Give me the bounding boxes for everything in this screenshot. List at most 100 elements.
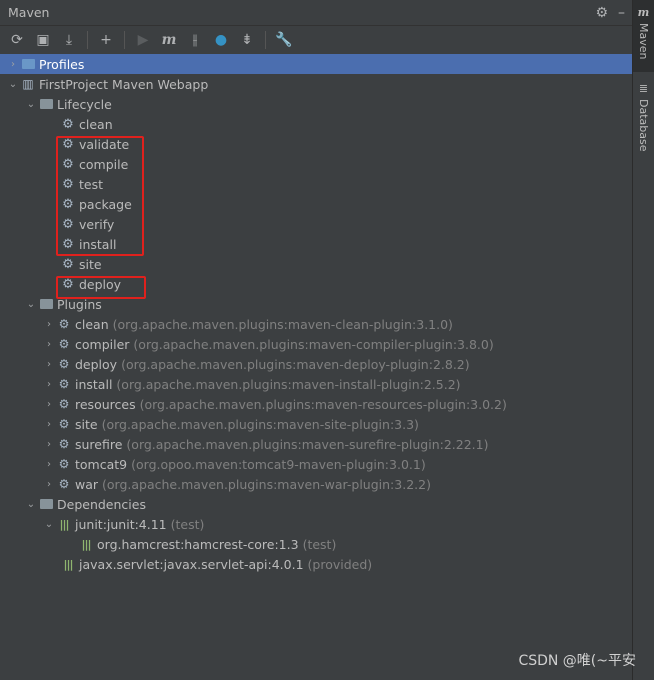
skip-tests-icon[interactable]: ● bbox=[210, 29, 232, 51]
lifecycle-label: install bbox=[79, 236, 117, 252]
execute-goal-icon[interactable]: m bbox=[158, 29, 180, 51]
gear-icon[interactable]: ⚙ bbox=[595, 5, 608, 21]
chevron-right-icon[interactable]: › bbox=[42, 399, 56, 410]
lifecycle-item[interactable]: ⚙ test bbox=[0, 174, 633, 194]
reload-icon[interactable]: ⟳ bbox=[6, 29, 28, 51]
dependency-scope: (test) bbox=[170, 516, 205, 532]
toggle-offline-icon[interactable]: ⫲ bbox=[184, 29, 206, 51]
dependency-item[interactable]: ||| javax.servlet:javax.servlet-api:4.0.… bbox=[0, 554, 633, 574]
plugin-item[interactable]: › ⚙ resources (org.apache.maven.plugins:mav… bbox=[0, 394, 633, 414]
tree-label: Dependencies bbox=[57, 496, 146, 512]
dependency-scope: (provided) bbox=[307, 556, 373, 572]
plugin-item[interactable]: › ⚙ compiler (org.apache.maven.plugins:mave… bbox=[0, 334, 633, 354]
lifecycle-item[interactable]: ⚙ package bbox=[0, 194, 633, 214]
lifecycle-item[interactable]: ⚙ verify bbox=[0, 214, 633, 234]
lifecycle-label: verify bbox=[79, 216, 115, 232]
plugin-coordinates: (org.apache.maven.plugins:maven-install-… bbox=[116, 376, 461, 392]
lifecycle-item[interactable]: ⚙ compile bbox=[0, 154, 633, 174]
plugin-icon: ⚙ bbox=[58, 477, 70, 491]
maven-project-icon: ▥ bbox=[22, 77, 34, 91]
plugin-icon: ⚙ bbox=[58, 397, 70, 411]
folder-icon bbox=[38, 296, 54, 312]
panel-title: Maven bbox=[8, 5, 50, 20]
plugin-item[interactable]: › ⚙ site (org.apache.maven.plugins:maven-si… bbox=[0, 414, 633, 434]
plugin-icon: ⚙ bbox=[58, 357, 70, 371]
plugin-icon: ⚙ bbox=[58, 377, 70, 391]
run-icon[interactable]: ▶ bbox=[132, 29, 154, 51]
add-icon[interactable]: + bbox=[95, 29, 117, 51]
chevron-down-icon[interactable]: ⌄ bbox=[6, 79, 20, 90]
lifecycle-item[interactable]: ⚙ deploy bbox=[0, 274, 633, 294]
tree-item-profiles[interactable]: › Profiles bbox=[0, 54, 633, 74]
download-icon[interactable]: ⤓ bbox=[58, 29, 80, 51]
tree-item-dependencies[interactable]: ⌄ Dependencies bbox=[0, 494, 633, 514]
dependency-name: junit:junit:4.11 bbox=[75, 516, 167, 532]
dependency-scope: (test) bbox=[302, 536, 337, 552]
tree-item-lifecycle[interactable]: ⌄ Lifecycle bbox=[0, 94, 633, 114]
lifecycle-label: clean bbox=[79, 116, 113, 132]
plugin-item[interactable]: › ⚙ clean (org.apache.maven.plugins:maven-c… bbox=[0, 314, 633, 334]
plugin-item[interactable]: › ⚙ deploy (org.apache.maven.plugins:maven-… bbox=[0, 354, 633, 374]
dependency-name: org.hamcrest:hamcrest-core:1.3 bbox=[97, 536, 299, 552]
gear-icon: ⚙ bbox=[62, 136, 74, 152]
plugin-name: resources bbox=[75, 396, 136, 412]
plugin-item[interactable]: › ⚙ tomcat9 (org.opoo.maven:tomcat9-maven-p… bbox=[0, 454, 633, 474]
plugin-name: install bbox=[75, 376, 113, 392]
lifecycle-label: package bbox=[79, 196, 132, 212]
plugin-icon: ⚙ bbox=[58, 317, 70, 331]
plugin-item[interactable]: › ⚙ war (org.apache.maven.plugins:maven-war… bbox=[0, 474, 633, 494]
panel-header: Maven ⚙ – bbox=[0, 0, 633, 26]
library-icon: ||| bbox=[63, 557, 73, 571]
tree-item-plugins[interactable]: ⌄ Plugins bbox=[0, 294, 633, 314]
plugin-item[interactable]: › ⚙ surefire (org.apache.maven.plugins:mave… bbox=[0, 434, 633, 454]
lifecycle-item[interactable]: ⚙ validate bbox=[0, 134, 633, 154]
lifecycle-item[interactable]: ⚙ clean bbox=[0, 114, 633, 134]
chevron-right-icon[interactable]: › bbox=[42, 339, 56, 350]
tab-maven[interactable]: m Maven bbox=[633, 0, 654, 72]
folder-icon bbox=[38, 96, 54, 112]
chevron-down-icon[interactable]: ⌄ bbox=[24, 299, 38, 310]
tab-database[interactable]: ≣ Database bbox=[633, 78, 654, 158]
lifecycle-label: site bbox=[79, 256, 102, 272]
chevron-down-icon[interactable]: ⌄ bbox=[24, 99, 38, 110]
maven-toolbar: ⟳ ▣ ⤓ + ▶ m ⫲ ● ⇟ 🔧 bbox=[0, 26, 633, 55]
chevron-down-icon[interactable]: ⌄ bbox=[24, 499, 38, 510]
chevron-right-icon[interactable]: › bbox=[42, 479, 56, 490]
chevron-right-icon[interactable]: › bbox=[42, 319, 56, 330]
chevron-right-icon[interactable]: › bbox=[42, 439, 56, 450]
plugin-name: tomcat9 bbox=[75, 456, 128, 472]
lifecycle-item[interactable]: ⚙ site bbox=[0, 254, 633, 274]
plugin-coordinates: (org.apache.maven.plugins:maven-surefire… bbox=[126, 436, 489, 452]
chevron-right-icon[interactable]: › bbox=[42, 359, 56, 370]
plugin-coordinates: (org.apache.maven.plugins:maven-war-plug… bbox=[102, 476, 431, 492]
tab-label: Database bbox=[637, 99, 650, 152]
tree-label: FirstProject Maven Webapp bbox=[39, 76, 209, 92]
chevron-right-icon[interactable]: › bbox=[42, 419, 56, 430]
generate-sources-icon[interactable]: ▣ bbox=[32, 29, 54, 51]
tree-item-project[interactable]: ⌄ ▥ FirstProject Maven Webapp bbox=[0, 74, 633, 94]
gear-icon: ⚙ bbox=[62, 256, 74, 272]
plugin-name: surefire bbox=[75, 436, 123, 452]
dependency-item[interactable]: ⌄ ||| junit:junit:4.11 (test) bbox=[0, 514, 633, 534]
library-icon: ||| bbox=[59, 517, 69, 531]
plugin-coordinates: (org.apache.maven.plugins:maven-deploy-p… bbox=[121, 356, 470, 372]
profiles-folder-icon bbox=[20, 56, 36, 72]
lifecycle-label: compile bbox=[79, 156, 129, 172]
chevron-right-icon[interactable]: › bbox=[6, 59, 20, 70]
wrench-icon[interactable]: 🔧 bbox=[273, 29, 295, 51]
gear-icon: ⚙ bbox=[62, 276, 74, 292]
collapse-all-icon[interactable]: ⇟ bbox=[236, 29, 258, 51]
plugin-coordinates: (org.apache.maven.plugins:maven-clean-pl… bbox=[112, 316, 453, 332]
maven-tree: › Profiles ⌄ ▥ FirstProject Maven Webapp… bbox=[0, 54, 633, 574]
minimize-icon[interactable]: – bbox=[618, 5, 625, 21]
chevron-down-icon[interactable]: ⌄ bbox=[42, 519, 56, 530]
dependency-item[interactable]: ||| org.hamcrest:hamcrest-core:1.3 (test… bbox=[0, 534, 633, 554]
toolbar-separator bbox=[124, 31, 125, 49]
chevron-right-icon[interactable]: › bbox=[42, 459, 56, 470]
chevron-right-icon[interactable]: › bbox=[42, 379, 56, 390]
library-icon: ||| bbox=[81, 537, 91, 551]
lifecycle-item[interactable]: ⚙ install bbox=[0, 234, 633, 254]
plugin-name: war bbox=[75, 476, 99, 492]
gear-icon: ⚙ bbox=[62, 216, 74, 232]
plugin-item[interactable]: › ⚙ install (org.apache.maven.plugins:maven… bbox=[0, 374, 633, 394]
